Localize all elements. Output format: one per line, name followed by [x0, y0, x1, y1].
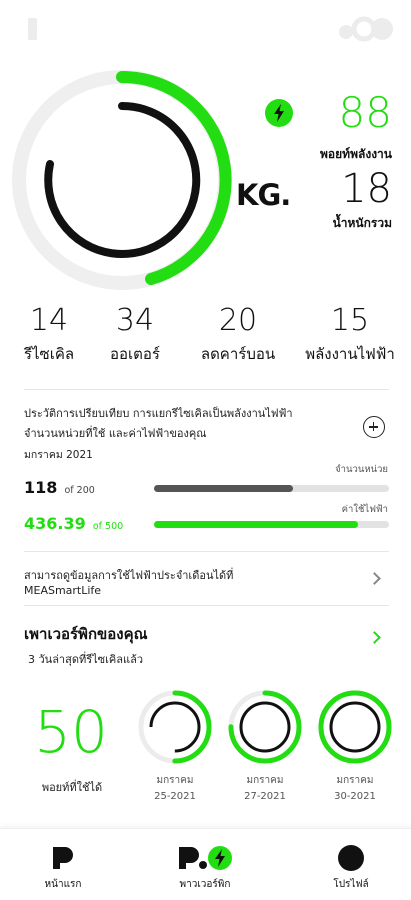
day-date: 25-2021 [154, 791, 196, 802]
bolt-icon [265, 99, 293, 127]
nav-label: โปรไฟล์ [333, 879, 369, 890]
stat-label: พลังงานไฟฟ้า [305, 345, 395, 363]
day-label: มกราคม 27-2021 [225, 773, 305, 805]
cost-value: 436.39 [24, 514, 86, 533]
nav-label: พาวเวอร์พิก [179, 879, 231, 890]
units-bar [154, 485, 389, 492]
stat-carbon: 20 ลดคาร์บอน [188, 303, 288, 366]
units-value-group: 118 of 200 [24, 478, 95, 497]
divider [24, 605, 389, 606]
powerpick-subtitle: 3 วันล่าสุดที่รีไซเคิลแล้ว [28, 653, 143, 666]
stat-value: 34 [115, 303, 155, 338]
nav-home[interactable]: หน้าแรก [8, 845, 118, 892]
stat-value: 15 [330, 303, 370, 338]
stat-recycle: 14 รีไซเคิล [14, 303, 84, 366]
cost-bar [154, 521, 389, 528]
day-date: 30-2021 [334, 791, 376, 802]
stat-label: ออเตอร์ [110, 345, 160, 363]
chevron-right-icon [368, 631, 381, 644]
nav-powerpick[interactable]: พาวเวอร์พิก [150, 845, 260, 892]
info-link-line2: MEASmartLife [24, 584, 102, 597]
plus-circle-icon[interactable] [363, 416, 385, 438]
points-value: 88 [338, 88, 392, 137]
units-bar-fill [154, 485, 293, 492]
available-points-label: พอยท์ที่ใช้ได้ [41, 781, 103, 794]
cost-value-group: 436.39 of 500 [24, 514, 123, 533]
chevron-right-icon [368, 572, 381, 585]
powerpick-header[interactable]: เพาเวอร์พิกของคุณ 3 วันล่าสุดที่รีไซเคิล… [0, 612, 411, 668]
day-month: มกราคม [156, 775, 194, 786]
powerpick-logo-icon [177, 845, 233, 871]
powerpick-title: เพาเวอร์พิกของคุณ [24, 625, 148, 643]
day-label: มกราคม 30-2021 [315, 773, 395, 805]
comparison-title-line1: ประวัติการเปรียบเทียบ การแยกรีไซเคิลเป็น… [24, 407, 293, 420]
nav-label: หน้าแรก [44, 879, 82, 890]
comparison-title-line2: จำนวนหน่วยที่ใช้ และค่าไฟฟ้าของคุณ [24, 427, 207, 440]
stat-order: 34 ออเตอร์ [98, 303, 172, 366]
divider [24, 551, 389, 552]
info-link-row[interactable]: สามารถดูข้อมูลการใช้ไฟฟ้าประจำเดือนได้ที… [0, 556, 411, 602]
ring-inner-arc [44, 101, 201, 258]
ring-inner-arc [239, 701, 291, 753]
ring-inner-arc [149, 701, 201, 753]
units-of: of 200 [64, 485, 95, 496]
day-ring [318, 690, 392, 764]
units-value: 118 [24, 478, 58, 497]
comparison-month: มกราคม 2021 [24, 449, 93, 461]
units-label: จำนวนหน่วย [335, 464, 388, 475]
day-label: มกราคม 25-2021 [135, 773, 215, 805]
cost-of: of 500 [92, 521, 124, 532]
day-ring [228, 690, 302, 764]
day-month: มกราคม [336, 775, 374, 786]
stat-label: ลดคาร์บอน [200, 345, 276, 363]
stat-electricity: 15 พลังงานไฟฟ้า [296, 303, 404, 366]
cost-bar-fill [154, 521, 359, 528]
brand-dots-icon [337, 16, 395, 42]
points-label: พอยท์พลังงาน [320, 147, 392, 161]
cost-label: ค่าใช้ไฟฟ้า [341, 504, 388, 515]
status-left-icon [28, 18, 37, 40]
info-link-line1: สามารถดูข้อมูลการใช้ไฟฟ้าประจำเดือนได้ที… [24, 569, 234, 582]
home-p-logo-icon [49, 845, 77, 871]
available-points-value: 50 [34, 698, 108, 766]
stat-label: รีไซเคิล [23, 345, 75, 363]
points-ring-chart [10, 68, 235, 293]
profile-dot-icon [338, 845, 364, 871]
divider [24, 389, 389, 390]
stat-value: 20 [218, 303, 258, 338]
nav-profile[interactable]: โปรไฟล์ [296, 845, 406, 892]
stat-value: 14 [29, 303, 69, 338]
weight-value: 18 [341, 166, 392, 212]
day-month: มกราคม [246, 775, 284, 786]
weight-unit: KG. [236, 178, 291, 212]
day-date: 27-2021 [244, 791, 286, 802]
ring-inner-arc [329, 701, 381, 753]
day-ring [138, 690, 212, 764]
weight-label: น้ำหนักรวม [332, 216, 392, 230]
